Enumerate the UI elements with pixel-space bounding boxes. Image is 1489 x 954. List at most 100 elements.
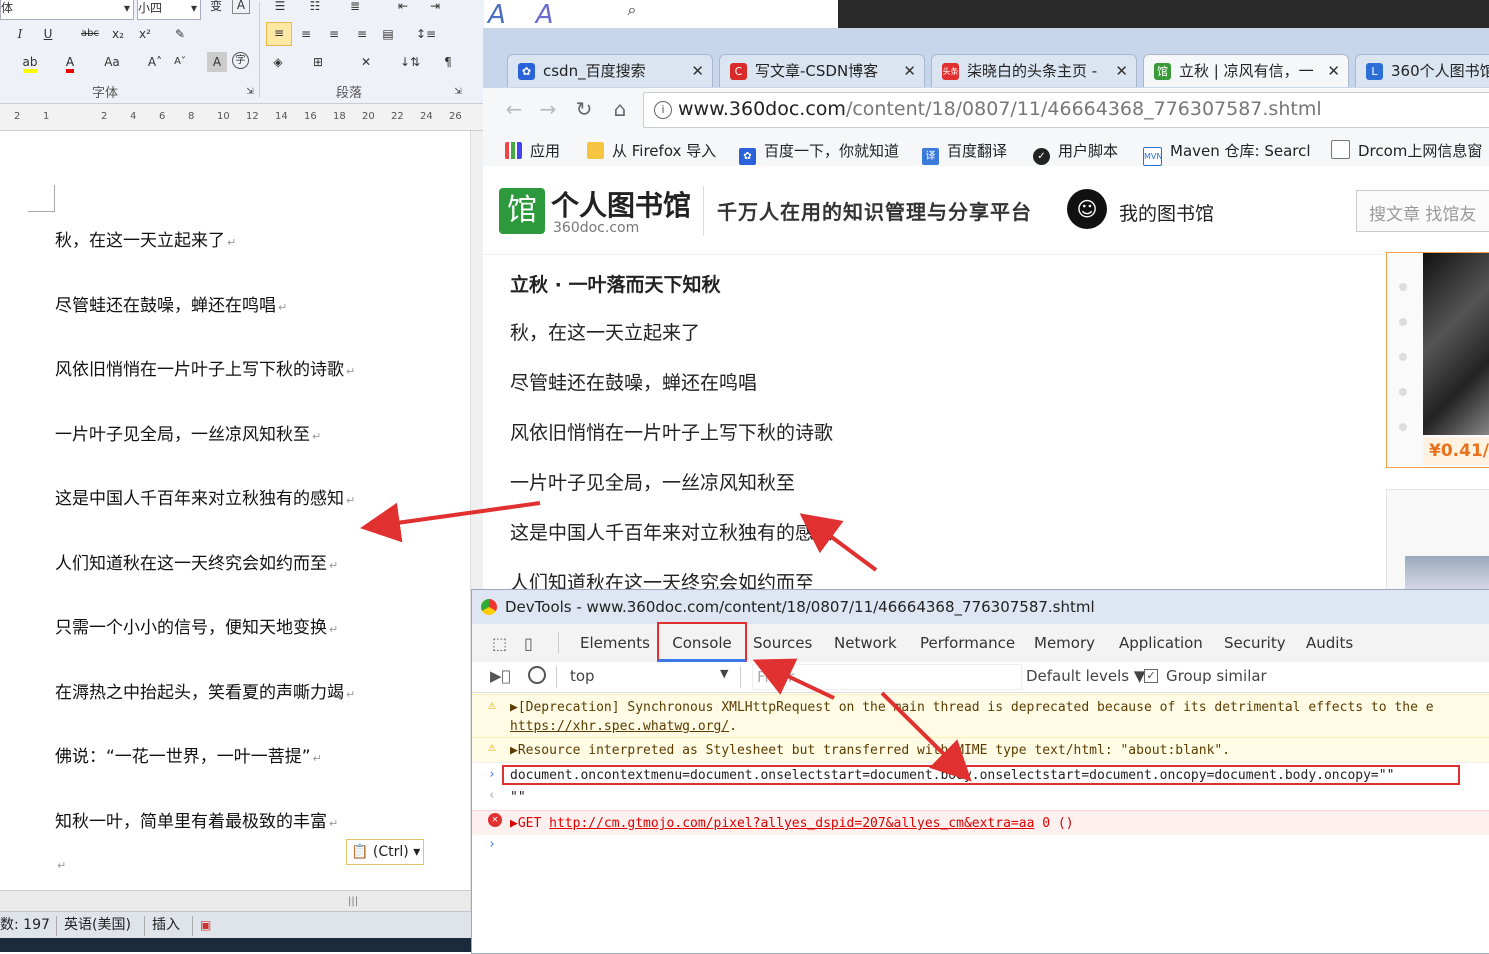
clear-console-icon[interactable] bbox=[528, 666, 546, 684]
xhr-spec-link[interactable]: https://xhr.spec.whatwg.org/ bbox=[510, 719, 729, 734]
forward-arrow-icon[interactable]: → bbox=[535, 96, 561, 122]
console-input-line[interactable]: › document.oncontextmenu=document.onsele… bbox=[472, 762, 1489, 789]
reload-icon[interactable]: ↻ bbox=[571, 96, 597, 122]
close-icon[interactable]: ✕ bbox=[1115, 55, 1128, 87]
console-warning-deprecation[interactable]: ⚠ ▶[Deprecation] Synchronous XMLHttpRequ… bbox=[472, 694, 1489, 737]
numbering-icon[interactable]: ☷ bbox=[305, 0, 325, 16]
back-arrow-icon[interactable]: ← bbox=[501, 96, 527, 122]
bookmark-drcom[interactable]: Drcom上网信息窗 bbox=[1331, 140, 1482, 161]
bookmark-firefox-import[interactable]: 从 Firefox 导入 bbox=[587, 140, 716, 161]
highlight-icon[interactable]: ab bbox=[20, 52, 40, 73]
console-prompt[interactable]: › bbox=[472, 836, 1489, 858]
console-error-line[interactable]: ✕ ▶GET http://cm.gtmojo.com/pixel?allyes… bbox=[472, 810, 1489, 835]
align-right-icon[interactable]: ≡ bbox=[324, 24, 344, 44]
sidebar-toggle-icon[interactable]: ▶⃞ bbox=[490, 667, 511, 685]
device-toolbar-icon[interactable]: ▯ bbox=[524, 634, 533, 653]
sort-icon[interactable]: ↓⇅ bbox=[400, 52, 420, 72]
tab-network[interactable]: Network bbox=[834, 624, 897, 662]
document-paragraph[interactable]: 知秋一叶，简单里有着最极致的丰富 ↵ bbox=[55, 807, 338, 832]
document-paragraph[interactable]: 只需一个小小的信号，便知天地变换 ↵ bbox=[55, 613, 338, 638]
close-icon[interactable]: ✕ bbox=[1327, 55, 1340, 87]
shading-icon[interactable]: ◈ bbox=[268, 52, 288, 72]
font-size-select[interactable]: 小四 ▾ bbox=[137, 0, 201, 20]
sidebar-ad[interactable]: ¥0.41/ bbox=[1386, 252, 1489, 468]
url-text[interactable]: www.360doc.com/content/18/0807/11/466643… bbox=[678, 98, 1322, 120]
italic-icon[interactable]: I bbox=[10, 24, 30, 44]
document-paragraph[interactable]: 这是中国人千百年来对立秋独有的感知 ↵ bbox=[55, 484, 355, 509]
horizontal-ruler[interactable]: 2 1 2 4 6 8 10 12 14 16 18 20 22 24 26 bbox=[0, 104, 484, 131]
document-paragraph[interactable]: 在溽热之中抬起头，笑看夏的声嘶力竭 ↵ bbox=[55, 678, 355, 703]
grow-font-icon[interactable]: A˄ bbox=[145, 52, 165, 72]
inspect-element-icon[interactable]: ⬚ bbox=[492, 634, 507, 653]
multilevel-list-icon[interactable]: ≣ bbox=[345, 0, 365, 16]
char-shading-icon[interactable]: A bbox=[207, 52, 227, 72]
word-horizontal-scrollbar[interactable]: ||| bbox=[0, 890, 470, 911]
tab-liqiu-active[interactable]: 馆 立秋 | 凉风有信，一 ✕ bbox=[1143, 54, 1349, 87]
tab-application[interactable]: Application bbox=[1119, 624, 1203, 662]
bookmark-baidu[interactable]: ✿ 百度一下，你就知道 bbox=[739, 140, 899, 165]
dialog-launcher-icon[interactable]: ⇲ bbox=[240, 82, 260, 102]
show-marks-icon[interactable]: ¶ bbox=[438, 52, 458, 72]
distributed-icon[interactable]: ▤ bbox=[378, 24, 398, 44]
pixel-url-link[interactable]: http://cm.gtmojo.com/pixel?allyes_dspid=… bbox=[549, 816, 1034, 831]
bullets-icon[interactable]: ☰ bbox=[270, 0, 290, 16]
enclose-char-icon[interactable]: 字 bbox=[232, 52, 249, 69]
site-search-input[interactable]: 搜文章 找馆友 bbox=[1356, 190, 1489, 232]
console-warning-stylesheet[interactable]: ⚠ ▶Resource interpreted as Stylesheet bu… bbox=[472, 737, 1489, 762]
tab-csdn-baidu[interactable]: ✿ csdn_百度搜索 ✕ bbox=[507, 54, 713, 87]
document-paragraph[interactable]: 佛说：“一花一世界，一叶一菩提” ↵ bbox=[55, 742, 322, 767]
bookmark-user-scripts[interactable]: ✓ 用户脚本 bbox=[1033, 140, 1118, 165]
clear-format-icon[interactable]: ✎ bbox=[170, 24, 190, 44]
dialog-launcher-icon[interactable]: ⇲ bbox=[448, 82, 468, 102]
language-indicator[interactable]: 英语(美国) bbox=[64, 912, 131, 939]
underline-icon[interactable]: U bbox=[38, 24, 58, 44]
bookmark-baidu-translate[interactable]: 译百度翻译 bbox=[922, 140, 1007, 165]
close-icon[interactable]: ✕ bbox=[691, 55, 704, 87]
home-icon[interactable]: ⌂ bbox=[607, 96, 633, 122]
font-color-icon[interactable]: A bbox=[60, 52, 80, 73]
logo-text[interactable]: 个人图书馆 bbox=[551, 184, 691, 224]
console-filter-input[interactable]: Filter bbox=[752, 664, 1022, 690]
strikethrough-icon[interactable]: abc bbox=[78, 24, 102, 44]
insert-mode[interactable]: 插入 bbox=[152, 912, 180, 939]
tab-console[interactable]: Console bbox=[657, 622, 747, 662]
context-select[interactable]: top ▼ bbox=[570, 667, 730, 685]
document-paragraph[interactable]: 尽管蛙还在鼓噪，蝉还在鸣唱 ↵ bbox=[55, 291, 287, 316]
chinese-layout-icon[interactable]: ✕ bbox=[356, 52, 376, 72]
align-left-icon[interactable]: ≡ bbox=[266, 22, 292, 46]
change-case-icon[interactable]: 变 bbox=[206, 0, 226, 16]
document-paragraph[interactable]: 人们知道秋在这一天终究会如约而至 ↵ bbox=[55, 549, 338, 574]
bookmark-apps[interactable]: 应用 bbox=[505, 140, 560, 161]
text-case-icon[interactable]: Aa bbox=[100, 52, 124, 72]
tab-sources[interactable]: Sources bbox=[753, 624, 812, 662]
increase-indent-icon[interactable]: ⇥ bbox=[425, 0, 445, 16]
bookmark-maven[interactable]: MVN Maven 仓库: Searcl bbox=[1143, 140, 1311, 166]
default-levels-select[interactable]: Default levels ▼ bbox=[1026, 667, 1145, 685]
document-page[interactable]: 秋，在这一天立起来了 ↵ 尽管蛙还在鼓噪，蝉还在鸣唱 ↵ 风依旧悄悄在一片叶子上写下秋的… bbox=[0, 131, 470, 911]
tab-elements[interactable]: Elements bbox=[580, 624, 650, 662]
document-paragraph[interactable]: 一片叶子见全局，一丝凉风知秋至 ↵ bbox=[55, 420, 321, 445]
text-effects-icon[interactable]: AA bbox=[488, 0, 608, 30]
tab-csdn-write[interactable]: C 写文章-CSDN博客 ✕ bbox=[719, 54, 925, 87]
subscript-icon[interactable]: x₂ bbox=[108, 24, 128, 44]
info-icon[interactable]: i bbox=[654, 101, 672, 119]
user-avatar-icon[interactable]: ☺ bbox=[1067, 189, 1107, 229]
tab-security[interactable]: Security bbox=[1224, 624, 1286, 662]
superscript-icon[interactable]: x² bbox=[135, 24, 155, 44]
group-similar-checkbox[interactable]: ✓ bbox=[1144, 669, 1158, 683]
justify-icon[interactable]: ≡ bbox=[352, 24, 372, 44]
my-library-link[interactable]: 我的图书馆 bbox=[1119, 199, 1214, 226]
font-name-select[interactable]: 体 ▾ bbox=[0, 0, 134, 20]
document-paragraph[interactable]: 秋，在这一天立起来了 ↵ bbox=[55, 226, 236, 251]
ad-product-image[interactable] bbox=[1423, 253, 1489, 435]
word-count[interactable]: 数: 197 bbox=[0, 912, 50, 939]
decrease-indent-icon[interactable]: ⇤ bbox=[393, 0, 413, 16]
align-center-icon[interactable]: ≡ bbox=[296, 24, 316, 44]
tab-memory[interactable]: Memory bbox=[1034, 624, 1095, 662]
tab-audits[interactable]: Audits bbox=[1306, 624, 1353, 662]
carousel-dots[interactable] bbox=[1395, 283, 1411, 433]
close-icon[interactable]: ✕ bbox=[903, 55, 916, 87]
tab-360doc[interactable]: L 360个人图书馆 bbox=[1355, 54, 1489, 87]
line-spacing-icon[interactable]: ↕≡ bbox=[416, 24, 436, 44]
macro-record-icon[interactable]: ▣ bbox=[200, 912, 211, 939]
